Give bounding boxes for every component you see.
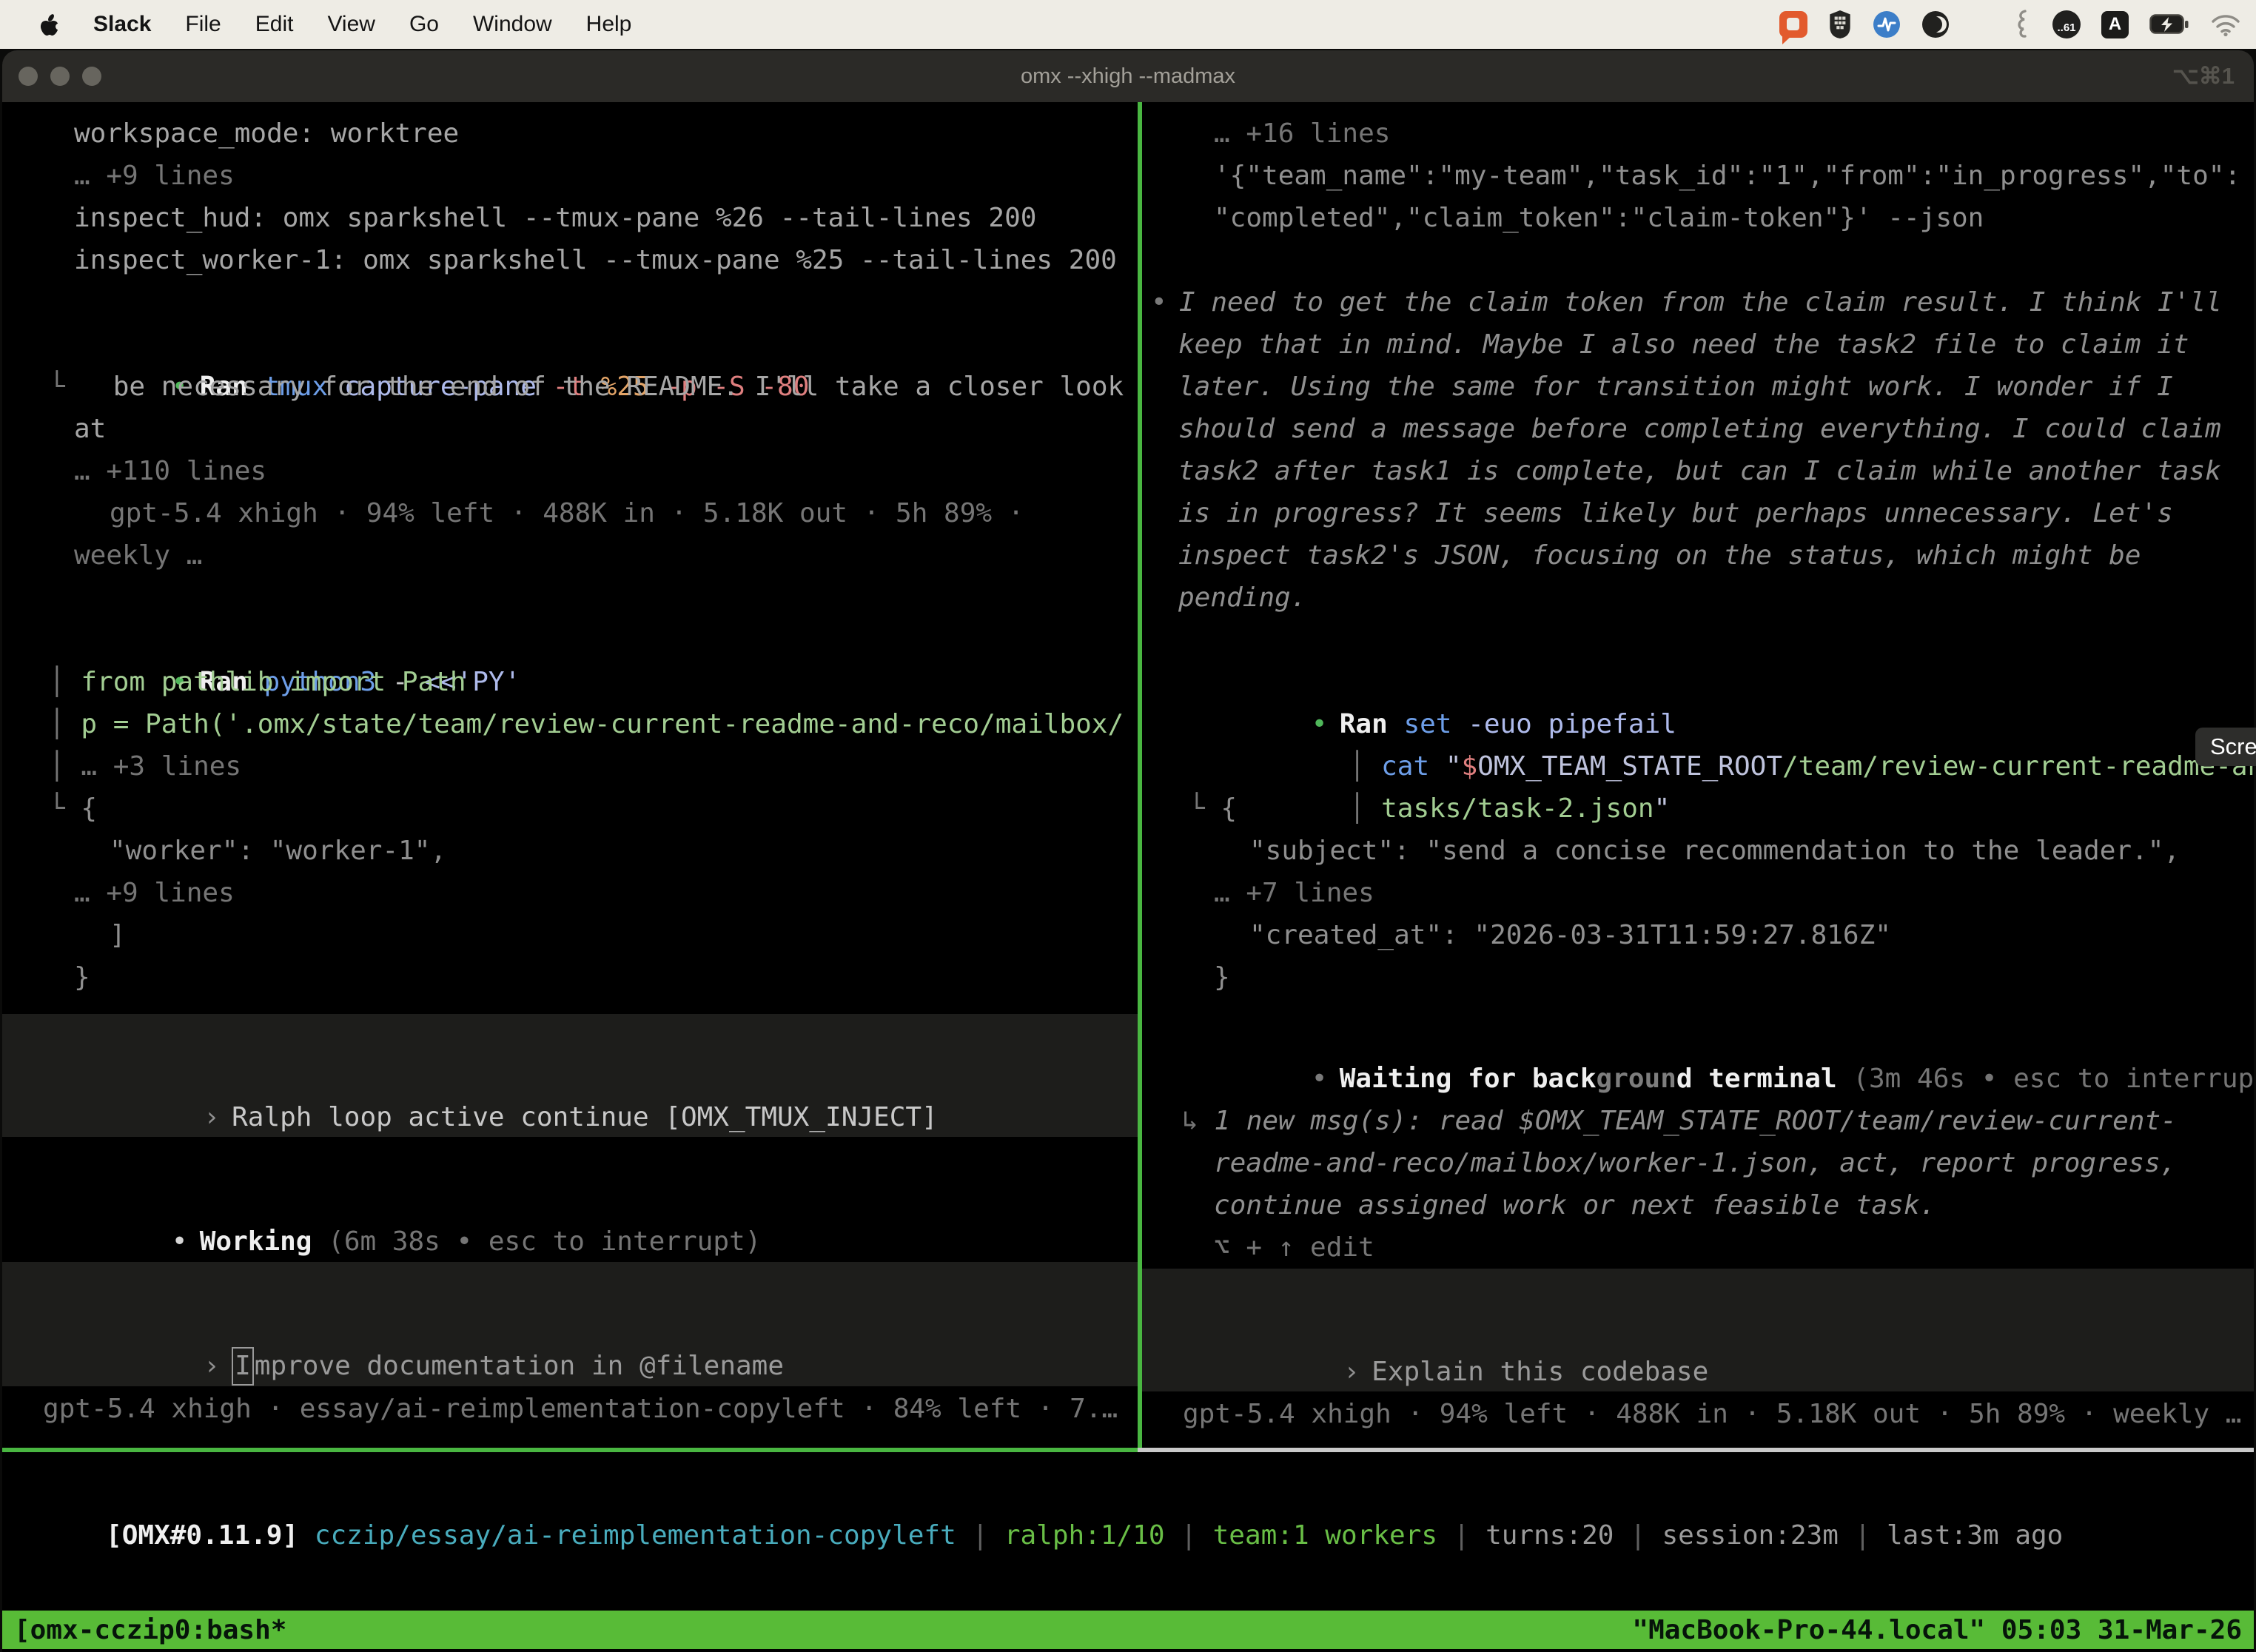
json-output-line: } (2, 956, 1138, 998)
menu-bar: Slack File Edit View Go Window Help (0, 0, 2256, 49)
dots-grid-icon[interactable] (1970, 13, 1993, 36)
thought-line: later. Using the same for transition mig… (1142, 366, 2254, 408)
moon-circle-icon[interactable] (1921, 10, 1950, 38)
code-line: │ p = Path('.omx/state/team/review-curre… (2, 703, 1138, 745)
waiting-status: •Waiting for background terminal (3m 46s… (1142, 1015, 2254, 1058)
menu-item-view[interactable]: View (327, 12, 375, 37)
json-output-line: "created_at": "2026-03-31T11:59:27.816Z" (1142, 914, 2254, 956)
terminal-window: omx --xhigh --madmax ⌥⌘1 workspace_mode:… (2, 50, 2254, 1652)
json-output-line: "worker": "worker-1", (2, 830, 1138, 872)
tmux-status-bar: [omx-cczip0:bash* "MacBook-Pro-44.local"… (2, 1611, 2254, 1649)
menu-item-file[interactable]: File (185, 12, 221, 37)
apple-logo-icon[interactable] (40, 13, 59, 36)
json-output-line: "subject": "send a concise recommendatio… (1142, 830, 2254, 872)
badge-count-label: ..61 (2057, 21, 2075, 34)
pane-divider-vertical[interactable] (1138, 102, 1142, 1448)
output-line: gpt-5.4 xhigh · 94% left · 488K in · 5.1… (2, 492, 1138, 534)
tmux-pane-left[interactable]: workspace_mode: worktree … +9 lines insp… (2, 102, 1138, 1571)
output-line: inspect_worker-1: omx sparkshell --tmux-… (2, 239, 1138, 281)
ran-bullet-icon: • (1312, 703, 1340, 745)
thought-line: task2 after task1 is complete, but can I… (1142, 450, 2254, 492)
working-status: •Working (6m 38s • esc to interrupt) (2, 1178, 1138, 1220)
slack-notification-icon[interactable] (1779, 11, 1807, 38)
menu-item-window[interactable]: Window (473, 12, 552, 37)
output-line: weekly … (2, 534, 1138, 577)
team-counter: team:1 workers (1213, 1520, 1437, 1551)
session-timer: session:23m (1662, 1520, 1838, 1551)
menu-item-help[interactable]: Help (586, 12, 632, 37)
window-shortcut-hint: ⌥⌘1 (2172, 63, 2235, 90)
output-line: "completed","claim_token":"claim-token"}… (1142, 197, 2254, 239)
prompt-chevron-icon: › (204, 1345, 232, 1387)
pulse-circle-icon[interactable] (1873, 10, 1901, 38)
ralph-counter: ralph:1/10 (1004, 1520, 1165, 1551)
menu-item-go[interactable]: Go (409, 12, 439, 37)
pane-footer-status: gpt-5.4 xhigh · essay/ai-reimplementatio… (2, 1388, 1138, 1430)
thought-bullet-icon: • (1151, 281, 1179, 323)
json-output-line: ] (2, 914, 1138, 956)
output-line: '{"team_name":"my-team","task_id":"1","f… (1142, 155, 2254, 197)
keyboard-layout-label: A (2109, 14, 2121, 35)
thought-line: pending. (1142, 577, 2254, 619)
screen-sharing-tooltip: Scre (2195, 728, 2256, 766)
collapsed-lines-indicator[interactable]: … +9 lines (2, 872, 1138, 914)
wifi-icon[interactable] (2210, 13, 2241, 36)
command-line-python: •Ran python3 - <<'PY' (2, 619, 1138, 661)
text-cursor: I (232, 1347, 254, 1386)
composer-input-right[interactable]: ›Explain this codebase (1142, 1269, 2254, 1391)
output-line: inspect_hud: omx sparkshell --tmux-pane … (2, 197, 1138, 239)
pane-footer-status: gpt-5.4 xhigh · 94% left · 488K in · 5.1… (1142, 1393, 2254, 1435)
terminal-area: workspace_mode: worktree … +9 lines insp… (2, 102, 2254, 1652)
mailbox-message-line: continue assigned work or next feasible … (1142, 1184, 2254, 1226)
menu-item-edit[interactable]: Edit (255, 12, 294, 37)
ralph-loop-banner: ›Ralph loop active continue [OMX_TMUX_IN… (2, 1014, 1138, 1137)
pane-divider-bottom-right (1138, 1448, 2254, 1452)
collapsed-lines-indicator[interactable]: │ … +3 lines (2, 745, 1138, 788)
waiting-bullet-icon: • (1312, 1058, 1340, 1100)
mailbox-message-line: ↳ 1 new msg(s): read $OMX_TEAM_STATE_ROO… (1142, 1100, 2254, 1142)
thought-line: should send a message before completing … (1142, 408, 2254, 450)
mailbox-message-line: readme-and-reco/mailbox/worker-1.json, a… (1142, 1142, 2254, 1184)
shield-grid-icon[interactable] (1828, 10, 1852, 39)
command-line-set: •Ran set -euo pipefail (1142, 661, 2254, 703)
json-output-line: └ { (2, 788, 1138, 830)
window-title-bar[interactable]: omx --xhigh --madmax ⌥⌘1 (2, 50, 2254, 102)
tmux-session-name[interactable]: [omx-cczip0:bash* (14, 1615, 286, 1645)
thought-line: is in progress? It seems likely but perh… (1142, 492, 2254, 534)
omx-status-line: [OMX#0.11.9] cczip/essay/ai-reimplementa… (2, 1472, 2254, 1514)
count-badge-icon[interactable]: ..61 (2052, 10, 2081, 38)
edit-shortcut-hint: ⌥ + ↑ edit (1142, 1226, 2254, 1269)
omx-version: [OMX#0.11.9] (106, 1520, 298, 1551)
tmux-host-clock: "MacBook-Pro-44.local" 05:03 31-Mar-26 (1632, 1615, 2242, 1645)
thought-line: keep that in mind. Maybe I also need the… (1142, 323, 2254, 366)
output-line: at (2, 408, 1138, 450)
collapsed-lines-indicator[interactable]: … +9 lines (2, 155, 1138, 197)
arrow-icon: ↳ (1182, 1106, 1214, 1136)
json-output-line: } (1142, 956, 2254, 998)
output-line: workspace_mode: worktree (2, 113, 1138, 155)
code-line: │ from pathlib import Path (2, 661, 1138, 703)
command-line-tmux: •Ran tmux capture-pane -t %25 -p -S -80 (2, 323, 1138, 366)
tmux-pane-right[interactable]: … +16 lines '{"team_name":"my-team","tas… (1142, 102, 2254, 1571)
collapsed-lines-indicator[interactable]: … +110 lines (2, 450, 1138, 492)
composer-input-left[interactable]: ›Improve documentation in @filename (2, 1262, 1138, 1386)
chevron-icon: › (204, 1096, 232, 1138)
thought-line: •I need to get the claim token from the … (1142, 281, 2254, 323)
menu-app-name[interactable]: Slack (93, 12, 151, 37)
keyboard-layout-icon[interactable]: A (2101, 11, 2129, 38)
pane-divider-bottom-left (2, 1448, 1138, 1452)
omx-session-path: cczip/essay/ai-reimplementation-copyleft (298, 1520, 956, 1551)
window-title: omx --xhigh --madmax (2, 64, 2254, 89)
working-bullet-icon: • (172, 1220, 200, 1263)
prompt-chevron-icon: › (1343, 1351, 1372, 1393)
battery-icon[interactable] (2149, 14, 2189, 35)
output-line: └ be necessary for the end of the README… (2, 366, 1138, 408)
last-activity: last:3m ago (1887, 1520, 2063, 1551)
collapsed-lines-indicator[interactable]: … +16 lines (1142, 113, 2254, 155)
collapsed-lines-indicator[interactable]: … +7 lines (1142, 872, 2254, 914)
squiggle-icon[interactable] (2014, 9, 2032, 40)
thought-line: inspect task2's JSON, focusing on the st… (1142, 534, 2254, 577)
turns-counter: turns:20 (1485, 1520, 1614, 1551)
